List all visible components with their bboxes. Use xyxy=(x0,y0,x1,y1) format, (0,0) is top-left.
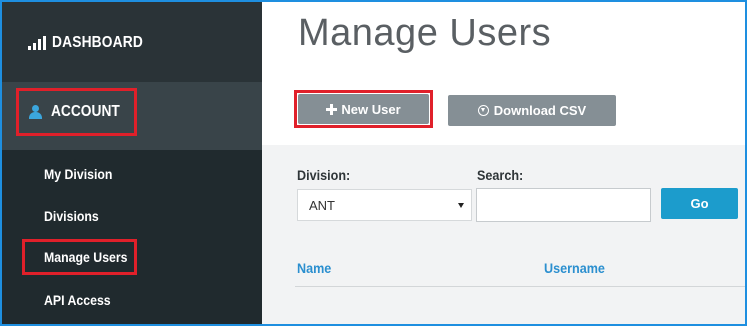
column-header-username[interactable]: Username xyxy=(544,260,605,276)
search-label: Search: xyxy=(477,167,524,183)
download-circle-icon xyxy=(477,105,489,116)
subnav-item-my-division[interactable]: My Division xyxy=(44,166,112,182)
account-highlight: ACCOUNT xyxy=(16,88,137,136)
nav-dashboard[interactable]: DASHBOARD xyxy=(2,4,262,82)
division-select[interactable]: ANT xyxy=(297,189,472,221)
download-csv-label: Download CSV xyxy=(493,103,587,118)
subnav-item-divisions[interactable]: Divisions xyxy=(44,208,99,224)
division-select-value: ANT xyxy=(309,197,335,213)
division-label: Division: xyxy=(297,167,351,183)
new-user-label: New User xyxy=(341,101,401,117)
column-header-name[interactable]: Name xyxy=(297,260,331,276)
nav-account-label: ACCOUNT xyxy=(51,103,120,120)
page-title: Manage Users xyxy=(298,12,552,54)
caret-down-icon xyxy=(458,203,464,208)
app-frame: DASHBOARD ACCOUNT My Division Divisions … xyxy=(0,0,747,326)
search-input[interactable] xyxy=(476,188,651,222)
bar-chart-icon xyxy=(28,36,46,50)
go-button[interactable]: Go xyxy=(661,188,738,219)
download-csv-button[interactable]: Download CSV xyxy=(448,95,616,126)
table-header-divider xyxy=(295,286,745,287)
account-subnav: My Division Divisions Manage Users API A… xyxy=(2,150,262,324)
user-icon xyxy=(28,105,42,119)
sidebar: DASHBOARD ACCOUNT My Division Divisions … xyxy=(2,2,262,324)
manage-users-highlight xyxy=(22,239,137,275)
new-user-button[interactable]: New User xyxy=(298,94,429,124)
nav-account[interactable]: ACCOUNT xyxy=(2,82,262,150)
subnav-item-api-access[interactable]: API Access xyxy=(44,292,111,308)
plus-icon xyxy=(326,103,338,115)
nav-dashboard-label: DASHBOARD xyxy=(52,34,143,51)
